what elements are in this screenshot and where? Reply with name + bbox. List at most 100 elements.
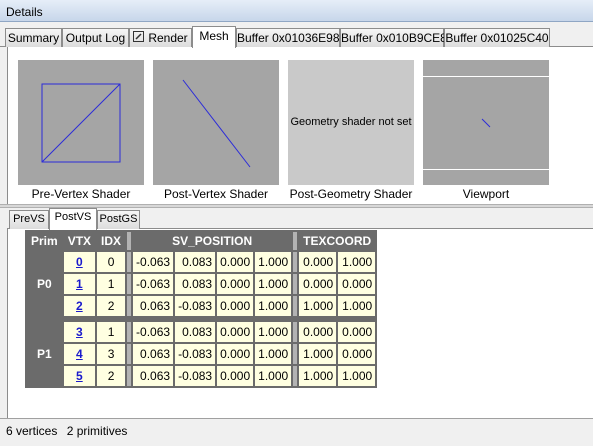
tab-postvs[interactable]: PostVS (49, 208, 97, 230)
position-cell: 0.000 (217, 252, 254, 272)
column-separator (293, 232, 298, 250)
vertex-grid-panel: Prim VTX IDX SV_POSITION TEXCOORD P0 0 0 -0… (7, 229, 593, 418)
texcoord-cell: 1.000 (299, 366, 337, 386)
col-header-idx[interactable]: IDX (97, 232, 126, 250)
vertex-link[interactable]: 4 (76, 347, 83, 361)
texcoord-cell: 0.000 (338, 322, 376, 342)
tab-render[interactable]: Render (129, 28, 192, 47)
geometry-shader-message: Geometry shader not set (290, 116, 412, 128)
details-titlebar: Details (0, 0, 593, 22)
tab-mesh[interactable]: Mesh (192, 26, 236, 48)
vertex-link[interactable]: 2 (76, 299, 83, 313)
mesh-preview-panel: Pre-Vertex Shader Post-Vertex Shader Geo… (7, 47, 593, 204)
primitive-label: P1 (27, 322, 62, 386)
table-row[interactable]: 1 1 -0.063 0.083 0.000 1.000 0.000 0.000 (27, 274, 376, 294)
stage-tabstrip: PreVS PostVS PostGS (7, 208, 593, 230)
vertex-table-body: P0 0 0 -0.063 0.083 0.000 1.000 0.000 1.000 1 1 -0.… (27, 252, 376, 386)
tab-buffer-01025c40[interactable]: Buffer 0x01025C40 (444, 28, 550, 47)
position-cell: -0.083 (175, 366, 216, 386)
position-cell: 0.000 (217, 366, 254, 386)
post-geometry-label: Post-Geometry Shader (289, 187, 413, 201)
tab-prevs[interactable]: PreVS (9, 210, 49, 229)
tab-label: Output Log (65, 31, 126, 45)
column-separator (127, 366, 132, 386)
tab-buffer-01036e98[interactable]: Buffer 0x01036E98 (236, 28, 340, 47)
position-cell: 0.000 (217, 296, 254, 316)
column-separator (127, 344, 132, 364)
column-separator (293, 344, 298, 364)
position-cell: -0.063 (133, 274, 174, 294)
table-row[interactable]: P1 3 1 -0.063 0.083 0.000 1.000 0.000 0.000 (27, 322, 376, 386)
vertex-count: 6 vertices (6, 424, 58, 438)
vertex-link[interactable]: 3 (76, 325, 83, 339)
table-row[interactable]: 5 2 0.063 -0.083 0.000 1.000 1.000 1.000 (27, 366, 376, 386)
table-row[interactable]: 2 2 0.063 -0.083 0.000 1.000 1.000 1.000 (27, 296, 376, 316)
tab-label: Buffer 0x010B9CE8 (341, 31, 447, 45)
position-cell: 0.063 (133, 344, 174, 364)
position-cell: 0.063 (133, 366, 174, 386)
table-row[interactable]: 4 3 0.063 -0.083 0.000 1.000 1.000 0.000 (27, 344, 376, 364)
column-separator (127, 252, 132, 272)
column-separator (127, 322, 132, 342)
column-separator (127, 274, 132, 294)
texcoord-cell: 0.000 (299, 322, 337, 342)
vtx-cell: 1 (63, 274, 96, 294)
column-separator (293, 296, 298, 316)
tab-label: Buffer 0x01025C40 (445, 31, 549, 45)
col-header-texcoord[interactable]: TEXCOORD (299, 232, 376, 250)
tab-postgs[interactable]: PostGS (97, 210, 140, 229)
tab-buffer-010b9ce8[interactable]: Buffer 0x010B9CE8 (340, 28, 447, 47)
vertex-link[interactable]: 1 (76, 277, 83, 291)
texcoord-cell: 0.000 (299, 274, 337, 294)
position-cell: -0.063 (133, 322, 174, 342)
viewport-label: Viewport (462, 187, 510, 201)
subtab-label: PostVS (54, 211, 92, 223)
viewport-preview[interactable] (423, 60, 549, 185)
vertex-link[interactable]: 5 (76, 369, 83, 383)
position-cell: 1.000 (255, 366, 292, 386)
position-cell: 0.000 (217, 322, 254, 342)
position-cell: 1.000 (255, 296, 292, 316)
texcoord-cell: 1.000 (338, 252, 376, 272)
texcoord-cell: 0.000 (338, 274, 376, 294)
status-bar: 6 vertices 2 primitives (0, 418, 593, 446)
col-header-prim[interactable]: Prim (27, 232, 62, 250)
idx-cell: 3 (97, 344, 126, 364)
position-cell: -0.063 (133, 252, 174, 272)
position-cell: 1.000 (255, 344, 292, 364)
column-separator (293, 252, 298, 272)
idx-cell: 2 (97, 296, 126, 316)
position-cell: 1.000 (255, 252, 292, 272)
vertex-table: Prim VTX IDX SV_POSITION TEXCOORD P0 0 0 -0… (25, 230, 378, 388)
primitive-gap-cell (27, 318, 376, 320)
column-separator (127, 232, 132, 250)
pencil-icon (133, 31, 145, 45)
position-cell: 0.083 (175, 274, 216, 294)
tab-output-log[interactable]: Output Log (62, 28, 129, 47)
vertex-link[interactable]: 0 (76, 255, 83, 269)
post-vertex-preview[interactable] (153, 60, 279, 185)
position-cell: 0.000 (217, 274, 254, 294)
tab-label: Mesh (199, 29, 229, 43)
column-separator (127, 296, 132, 316)
window-title: Details (6, 5, 43, 19)
col-header-vtx[interactable]: VTX (63, 232, 96, 250)
main-tabstrip: Summary Output Log Render Mesh Buffer 0x… (0, 26, 593, 48)
texcoord-cell: 1.000 (338, 296, 376, 316)
tab-summary[interactable]: Summary (5, 28, 62, 47)
position-cell: -0.083 (175, 296, 216, 316)
table-row[interactable]: P0 0 0 -0.063 0.083 0.000 1.000 0.000 1.000 (27, 252, 376, 316)
post-geometry-preview[interactable]: Geometry shader not set (288, 60, 414, 185)
tab-label: Summary (7, 31, 60, 45)
subtab-label: PreVS (13, 213, 45, 225)
texcoord-cell: 0.000 (338, 344, 376, 364)
col-header-sv-position[interactable]: SV_POSITION (133, 232, 292, 250)
position-cell: 0.063 (133, 296, 174, 316)
texcoord-cell: 1.000 (299, 296, 337, 316)
position-cell: 1.000 (255, 322, 292, 342)
pre-vertex-wireframe (41, 83, 121, 163)
idx-cell: 2 (97, 366, 126, 386)
pre-vertex-preview[interactable] (18, 60, 144, 185)
vtx-cell: 3 (63, 322, 96, 342)
viewport-wireframe (423, 76, 549, 170)
